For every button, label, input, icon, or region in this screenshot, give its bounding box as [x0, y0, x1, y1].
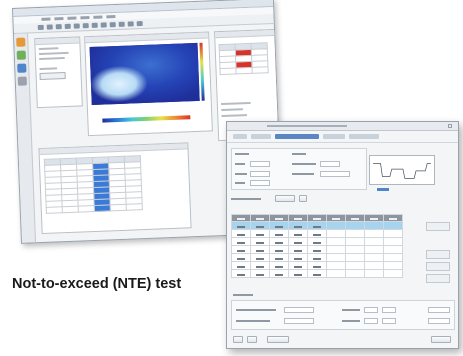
- footer-field[interactable]: [382, 318, 396, 324]
- toolbar-icon[interactable]: [127, 21, 134, 27]
- panel-header: [215, 29, 276, 39]
- side-button[interactable]: [426, 222, 450, 231]
- table-row[interactable]: [231, 269, 403, 278]
- toolbar-icon[interactable]: [109, 22, 116, 28]
- status-button[interactable]: [247, 336, 257, 343]
- blue-icon[interactable]: [17, 63, 27, 73]
- toolbar-icon[interactable]: [100, 22, 107, 28]
- close-button[interactable]: [431, 336, 451, 343]
- close-icon[interactable]: [448, 124, 452, 128]
- orange-icon[interactable]: [16, 37, 26, 47]
- settings-field[interactable]: [250, 161, 270, 167]
- footer-field[interactable]: [284, 307, 314, 313]
- footer-field[interactable]: [382, 307, 396, 313]
- table-row[interactable]: [231, 237, 403, 246]
- heatmap-scale: [199, 42, 205, 101]
- table-row[interactable]: [231, 261, 403, 270]
- side-button[interactable]: [426, 262, 450, 271]
- green-icon[interactable]: [16, 50, 26, 60]
- table-row[interactable]: [231, 253, 403, 262]
- trace-marker: [377, 188, 389, 191]
- footer-field[interactable]: [284, 318, 314, 324]
- panel-header: [35, 37, 80, 46]
- table-row[interactable]: [231, 229, 403, 238]
- heatmap-plot: [89, 42, 200, 106]
- panel-button[interactable]: [39, 71, 66, 80]
- tab[interactable]: [251, 134, 271, 139]
- settings-footer: [231, 300, 455, 330]
- toolbar-icon[interactable]: [82, 23, 89, 29]
- table-row[interactable]: [231, 221, 403, 230]
- tab-strip[interactable]: [227, 131, 458, 143]
- panel-header: [39, 143, 188, 156]
- tab[interactable]: [323, 134, 345, 139]
- panel-header: [85, 32, 209, 44]
- colorbar: [102, 115, 191, 123]
- toolbar-icon[interactable]: [91, 22, 98, 28]
- results-table: [44, 155, 143, 214]
- heatmap-panel: [84, 31, 213, 137]
- measurement-table: [231, 214, 403, 278]
- left-tool-strip: [13, 33, 37, 244]
- toolbar-icon[interactable]: [37, 24, 44, 31]
- settings-field[interactable]: [320, 171, 350, 177]
- footer-field[interactable]: [364, 307, 378, 313]
- toolbar-icon[interactable]: [46, 24, 53, 30]
- status-button[interactable]: [267, 336, 289, 343]
- settings-field[interactable]: [250, 180, 270, 186]
- settings-field[interactable]: [250, 171, 270, 177]
- toolbar-icon[interactable]: [136, 20, 143, 27]
- trace-line: [373, 163, 431, 179]
- footer-field[interactable]: [364, 318, 378, 324]
- results-table-panel: [38, 142, 192, 235]
- toolbar-icon[interactable]: [55, 24, 62, 30]
- tab-active[interactable]: [275, 134, 319, 139]
- toolbar-icon[interactable]: [118, 21, 125, 27]
- toolbar-icon[interactable]: [73, 23, 80, 29]
- table-row[interactable]: [231, 245, 403, 254]
- tab[interactable]: [349, 134, 379, 139]
- footer-field[interactable]: [428, 318, 450, 324]
- dropdown[interactable]: [275, 195, 295, 202]
- gray-icon[interactable]: [17, 76, 27, 86]
- trace-preview: [369, 155, 435, 185]
- footer-field[interactable]: [428, 307, 450, 313]
- window-titlebar: [227, 122, 458, 131]
- nte-test-window: [226, 121, 459, 349]
- top-settings-group: [231, 148, 367, 190]
- status-button[interactable]: [233, 336, 243, 343]
- side-button[interactable]: [426, 250, 450, 259]
- small-button[interactable]: [299, 195, 307, 202]
- settings-panel: [34, 36, 83, 109]
- settings-field[interactable]: [320, 161, 340, 167]
- figure-caption: Not-to-exceed (NTE) test: [12, 276, 182, 292]
- side-button[interactable]: [426, 274, 450, 283]
- toolbar-icon[interactable]: [64, 23, 71, 29]
- tab[interactable]: [233, 134, 247, 139]
